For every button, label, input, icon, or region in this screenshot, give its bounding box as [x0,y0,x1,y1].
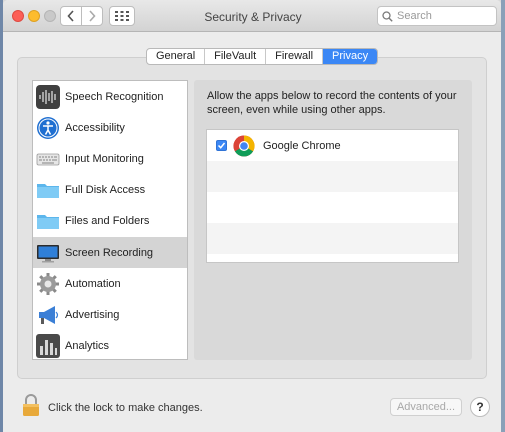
sidebar-item-automation[interactable]: Automation [33,268,187,299]
zoom-window-button[interactable] [44,10,56,22]
sidebar-item-label: Full Disk Access [65,184,146,197]
search-field[interactable] [377,6,497,26]
list-item[interactable]: Google Chrome [207,130,458,161]
privacy-category-list[interactable]: Speech Recognition Accessibility Input M… [32,80,188,360]
tab-general[interactable]: General [147,49,206,64]
tab-filevault[interactable]: FileVault [205,49,267,64]
back-button[interactable] [60,6,82,26]
app-permission-checkbox[interactable] [216,140,227,151]
empty-row [207,223,458,254]
padlock-icon [23,394,39,416]
keyboard-icon [36,147,60,171]
forward-button[interactable] [81,6,103,26]
sidebar-item-advertising[interactable]: Advertising [33,299,187,330]
empty-row [207,192,458,223]
desktop-edge-right [501,0,505,432]
search-input[interactable] [397,10,487,22]
app-list[interactable]: Google Chrome [206,129,459,263]
sidebar-item-accessibility[interactable]: Accessibility [33,112,187,143]
sidebar-item-analytics[interactable]: Analytics [33,331,187,362]
show-all-button[interactable] [109,6,135,26]
sidebar-item-input-monitoring[interactable]: Input Monitoring [33,143,187,174]
search-icon [382,10,393,22]
gear-icon [36,272,60,296]
sidebar-item-screen-recording[interactable]: Screen Recording [33,236,187,269]
screen-recording-instructions: Allow the apps below to record the conte… [207,90,457,116]
sidebar-item-label: Speech Recognition [65,90,164,103]
minimize-window-button[interactable] [28,10,40,22]
tab-firewall[interactable]: Firewall [266,49,324,64]
sidebar-item-label: Advertising [65,308,120,321]
advanced-button[interactable]: Advanced... [390,398,462,416]
folder-icon [36,209,60,233]
help-button[interactable]: ? [470,397,490,417]
sidebar-item-files-and-folders[interactable]: Files and Folders [33,206,187,237]
folder-icon [36,178,60,202]
display-icon [36,241,60,265]
title-bar: Security & Privacy [3,0,501,32]
empty-row [207,161,458,192]
accessibility-icon [36,116,60,140]
sidebar-item-label: Automation [65,277,121,290]
grid-icon [115,11,129,21]
sidebar-item-label: Analytics [65,340,110,353]
tab-bar: General FileVault Firewall Privacy [146,48,379,65]
megaphone-icon [36,303,60,327]
chrome-icon [233,135,255,157]
preferences-window: Security & Privacy General FileVault Fir… [3,0,501,432]
sidebar-item-full-disk-access[interactable]: Full Disk Access [33,175,187,206]
close-window-button[interactable] [12,10,24,22]
bar-chart-icon [36,334,60,359]
sidebar-item-label: Files and Folders [65,215,150,228]
window-title: Security & Privacy [204,10,302,24]
tab-privacy[interactable]: Privacy [323,49,378,64]
lock-instructions: Click the lock to make changes. [48,402,203,414]
sidebar-item-label: Accessibility [65,121,125,134]
chevron-right-icon [89,10,96,22]
lock-button[interactable] [21,393,41,417]
chevron-left-icon [67,10,74,22]
sidebar-item-label: Screen Recording [65,246,154,259]
checkmark-icon [217,142,226,149]
app-name: Google Chrome [263,139,341,152]
waveform-icon [36,84,60,109]
sidebar-item-label: Input Monitoring [65,152,144,165]
sidebar-item-speech-recognition[interactable]: Speech Recognition [33,81,187,112]
